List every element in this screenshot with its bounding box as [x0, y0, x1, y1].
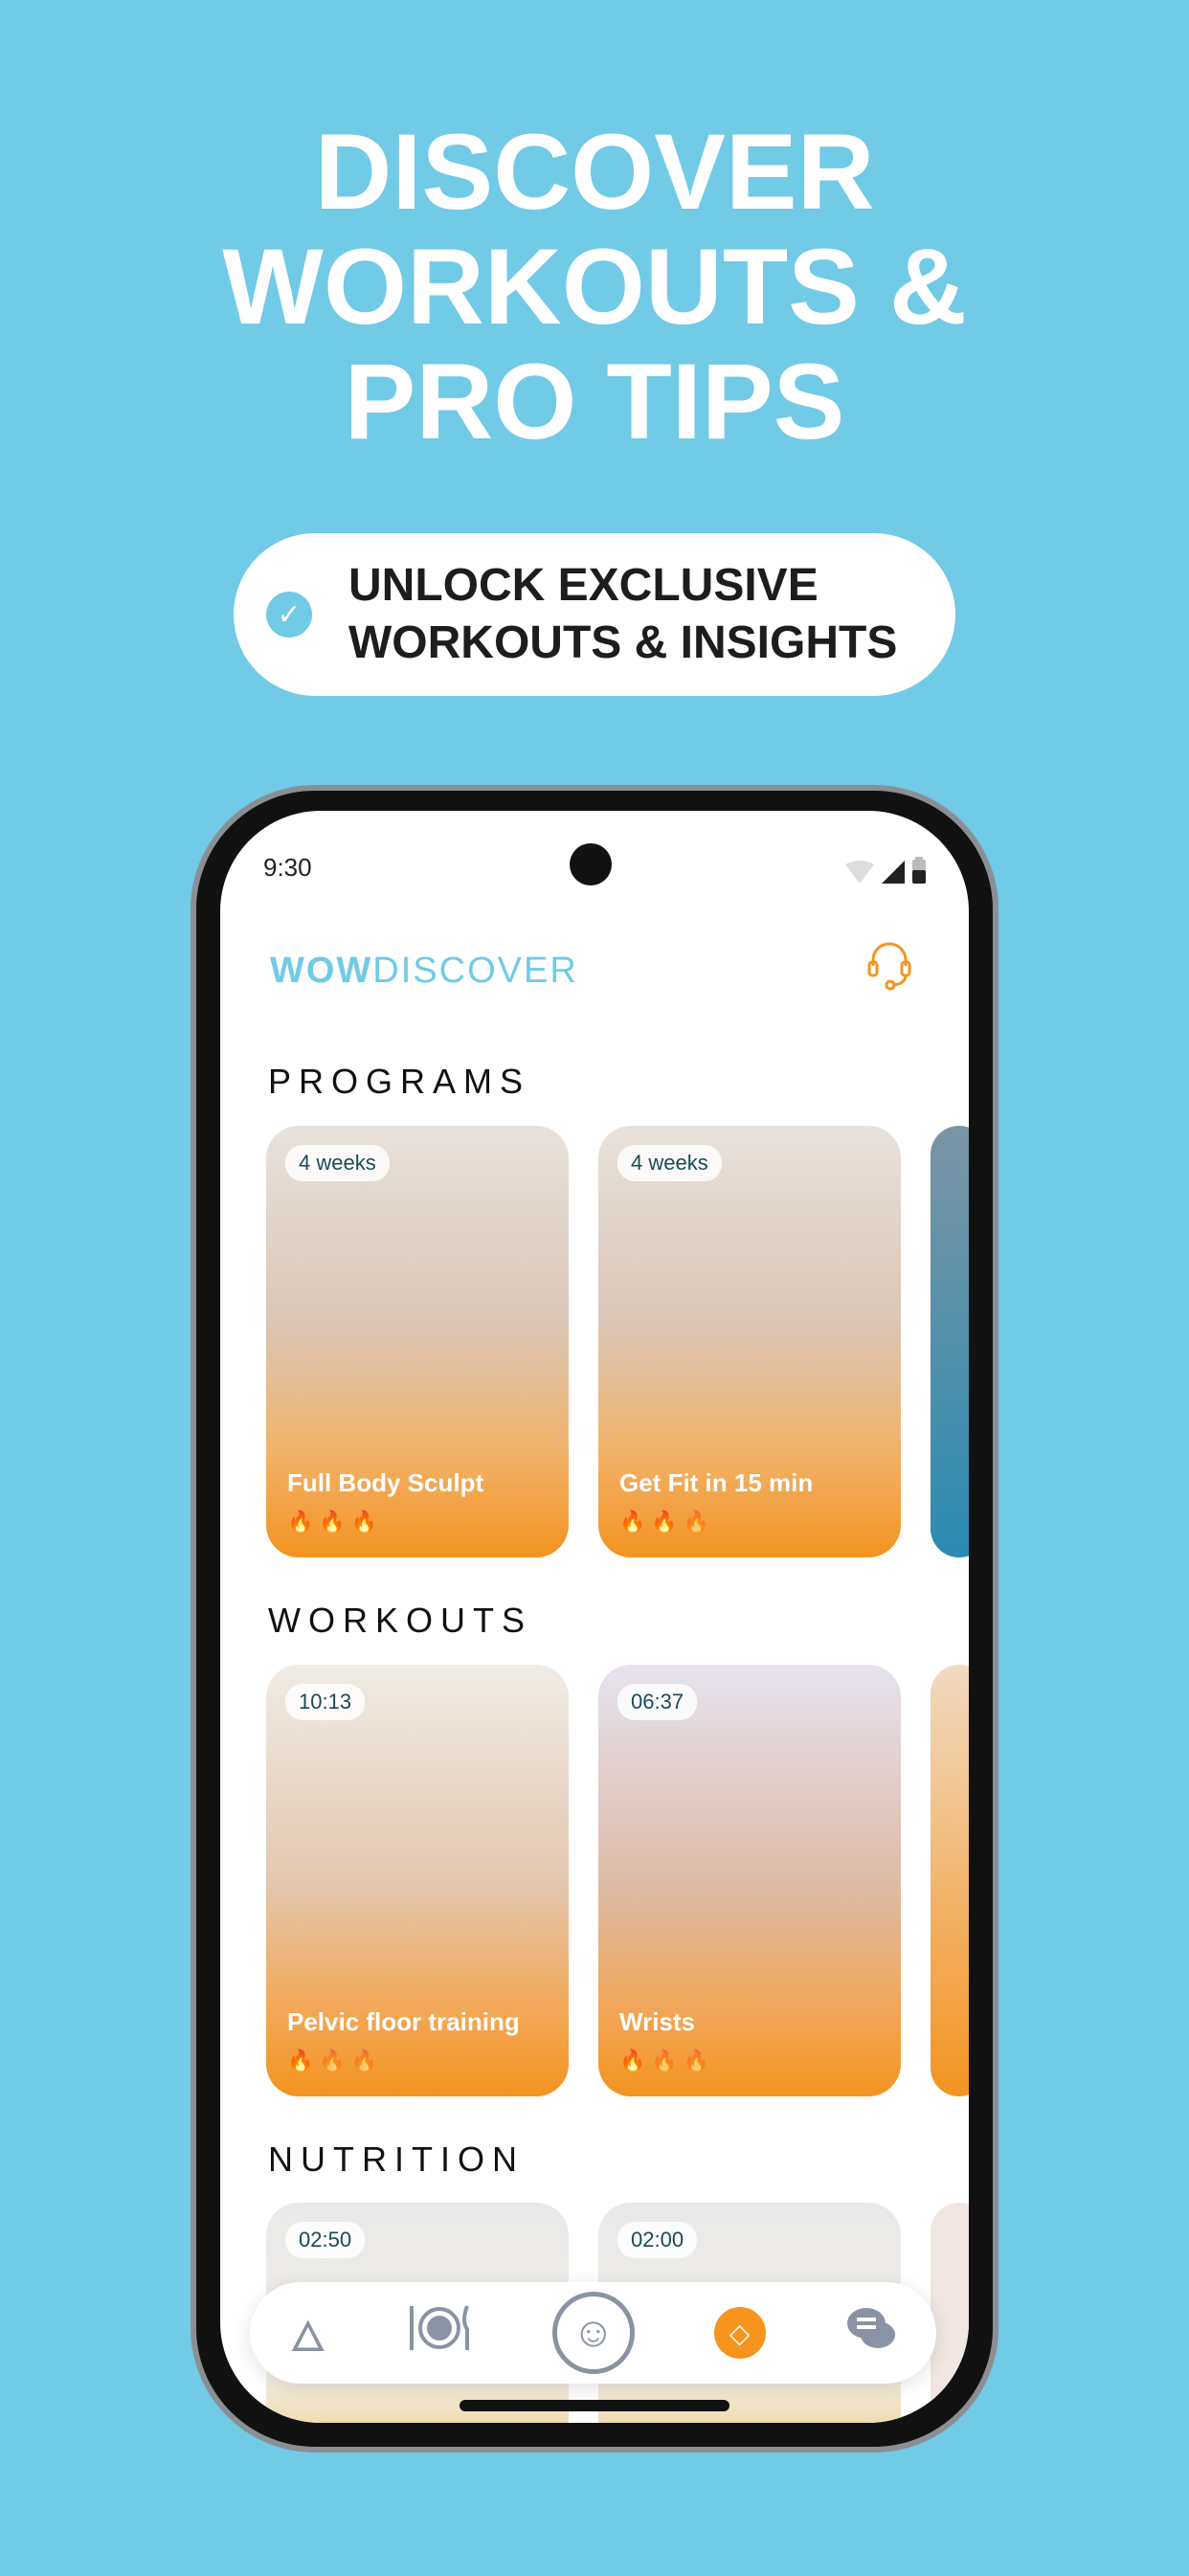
flame-icon[interactable]: 🜂	[289, 2290, 325, 2376]
bottom-nav: 🜂 ☺ ◇	[250, 2282, 936, 2384]
programs-carousel[interactable]: 4 weeks Full Body Sculpt 🔥🔥🔥 4 weeks Get Fi…	[266, 1126, 969, 1557]
workout-card[interactable]: 10:13 Pelvic floor training 🔥🔥🔥	[266, 1665, 569, 2096]
wifi-icon	[845, 861, 874, 884]
pill-line: UNLOCK EXCLUSIVE	[348, 560, 819, 611]
pill-line: WORKOUTS & INSIGHTS	[348, 617, 898, 668]
duration-badge: 4 weeks	[285, 1145, 390, 1181]
intensity-flame-icons: 🔥🔥🔥	[287, 2049, 384, 2072]
logo-bold: WOW	[270, 951, 373, 991]
program-card-partial[interactable]	[931, 1126, 969, 1557]
headline-line: DISCOVER	[314, 112, 875, 232]
card-title: Get Fit in 15 min	[619, 1468, 814, 1497]
program-card[interactable]: 4 weeks Full Body Sculpt 🔥🔥🔥	[266, 1126, 569, 1557]
status-time: 9:30	[263, 853, 312, 882]
signal-icon	[882, 861, 905, 884]
phone-screen: 9:30 WOWDISCOVER PROGRAMS 4 weeks Full Bo…	[220, 811, 969, 2423]
discover-compass-icon[interactable]: ◇	[713, 2307, 766, 2359]
intensity-flame-icons: 🔥🔥🔥	[619, 2049, 716, 2072]
card-title: Full Body Sculpt	[287, 1468, 484, 1497]
section-title-workouts: WORKOUTS	[268, 1601, 532, 1640]
duration-badge: 06:37	[617, 1684, 698, 1720]
section-title-programs: PROGRAMS	[268, 1062, 531, 1101]
profile-avatar-icon[interactable]: ☺	[551, 2292, 635, 2374]
feature-pill: ✓ UNLOCK EXCLUSIVE WORKOUTS & INSIGHTS	[234, 533, 955, 696]
card-title: Pelvic floor training	[287, 2007, 520, 2036]
headline: DISCOVER WORKOUTS & PRO TIPS	[0, 115, 1189, 459]
intensity-flame-icons: 🔥🔥🔥	[287, 1510, 384, 1534]
camera-cutout	[570, 843, 612, 885]
logo-light: DISCOVER	[372, 951, 578, 991]
home-indicator[interactable]	[460, 2400, 729, 2411]
nutrition-card-partial[interactable]	[931, 2203, 969, 2423]
card-title: Wrists	[619, 2007, 695, 2036]
status-icons	[845, 857, 926, 884]
check-circle-icon: ✓	[266, 592, 312, 638]
headline-line: WORKOUTS &	[222, 227, 967, 347]
program-card[interactable]: 4 weeks Get Fit in 15 min 🔥🔥🔥	[598, 1126, 901, 1557]
workouts-carousel[interactable]: 10:13 Pelvic floor training 🔥🔥🔥 06:37 Wrist…	[266, 1665, 969, 2096]
section-title-nutrition: NUTRITION	[268, 2139, 525, 2179]
app-logo: WOWDISCOVER	[270, 951, 578, 992]
intensity-flame-icons: 🔥🔥🔥	[619, 1510, 716, 1534]
meal-icon[interactable]	[406, 2302, 473, 2364]
support-headset-icon[interactable]	[865, 939, 913, 1001]
duration-badge: 4 weeks	[617, 1145, 722, 1181]
battery-icon	[912, 857, 926, 884]
duration-badge: 02:50	[285, 2222, 366, 2258]
chat-icon[interactable]	[845, 2304, 897, 2363]
workout-card[interactable]: 06:37 Wrists 🔥🔥🔥	[598, 1665, 901, 2096]
workout-card-partial[interactable]	[931, 1665, 969, 2096]
duration-badge: 10:13	[285, 1684, 366, 1720]
duration-badge: 02:00	[617, 2222, 698, 2258]
headline-line: PRO TIPS	[344, 342, 845, 461]
